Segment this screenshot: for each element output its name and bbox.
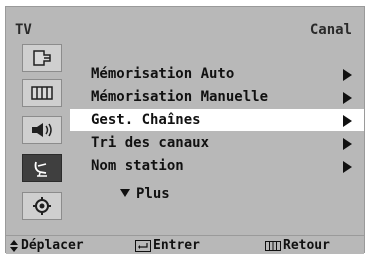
setup-icon[interactable] — [22, 192, 62, 220]
menu-item-label: Mémorisation Auto — [91, 66, 235, 82]
submenu-arrow-icon — [343, 161, 352, 173]
enter-icon — [135, 239, 151, 252]
menu-item-memorisation-manuelle[interactable]: Mémorisation Manuelle — [70, 86, 364, 108]
submenu-arrow-icon — [343, 138, 352, 150]
menu-header: TV Canal — [6, 7, 364, 43]
channel-icon[interactable] — [22, 154, 62, 182]
menu-item-label: Mémorisation Manuelle — [91, 89, 269, 105]
input-icon[interactable] — [22, 44, 62, 72]
tv-menu-panel: TV Canal Mémorisation Auto Mémorisation … — [5, 6, 365, 254]
menu-item-label: Nom station — [91, 158, 184, 174]
header-tv-label: TV — [15, 22, 32, 38]
category-sidebar — [18, 44, 68, 239]
footer-move: Déplacer — [9, 238, 84, 253]
channel-menu: Mémorisation Auto Mémorisation Manuelle … — [70, 63, 364, 213]
footer-move-label: Déplacer — [21, 238, 84, 253]
submenu-arrow-icon — [343, 92, 352, 104]
picture-icon[interactable] — [22, 79, 62, 107]
sound-icon[interactable] — [22, 116, 62, 144]
up-down-arrows-icon — [9, 239, 19, 252]
menu-item-tri-des-canaux[interactable]: Tri des canaux — [70, 132, 364, 154]
menu-item-label: Tri des canaux — [91, 135, 210, 151]
footer-enter: Entrer — [135, 238, 200, 253]
more-items-link[interactable]: Plus — [120, 186, 170, 202]
more-label: Plus — [136, 186, 170, 202]
submenu-arrow-icon — [343, 69, 352, 81]
footer-enter-label: Entrer — [153, 238, 200, 253]
menu-item-label: Gest. Chaînes — [91, 112, 201, 128]
footer-return-label: Retour — [283, 238, 330, 253]
menu-grid-icon — [265, 240, 281, 252]
footer-return: Retour — [265, 238, 330, 253]
down-triangle-icon — [120, 189, 130, 197]
menu-item-nom-station[interactable]: Nom station — [70, 155, 364, 177]
submenu-arrow-icon — [343, 115, 352, 127]
header-section-title: Canal — [309, 22, 352, 38]
menu-item-gest-chaines[interactable]: Gest. Chaînes — [70, 109, 364, 131]
menu-footer: Déplacer Entrer Retour — [6, 235, 364, 254]
menu-item-memorisation-auto[interactable]: Mémorisation Auto — [70, 63, 364, 85]
